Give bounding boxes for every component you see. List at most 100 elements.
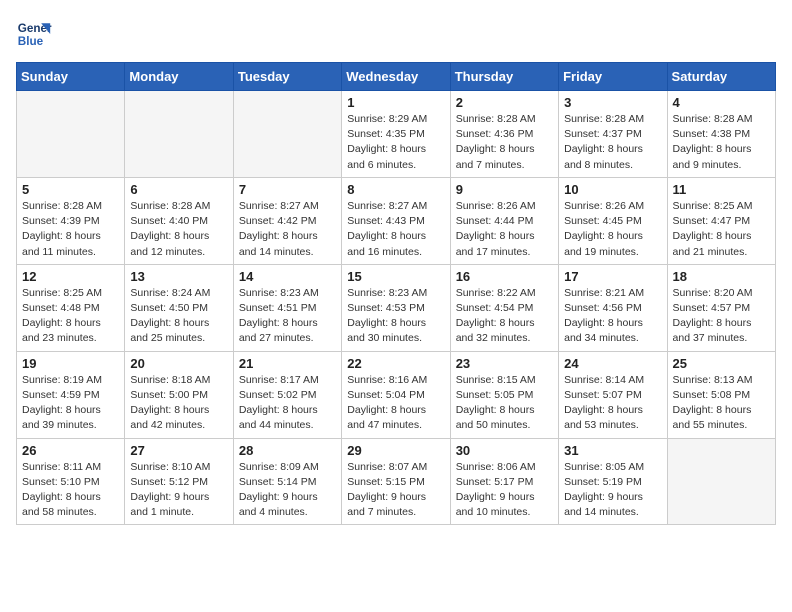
- weekday-header-monday: Monday: [125, 63, 233, 91]
- calendar-cell: 1Sunrise: 8:29 AM Sunset: 4:35 PM Daylig…: [342, 91, 450, 178]
- calendar-cell: 9Sunrise: 8:26 AM Sunset: 4:44 PM Daylig…: [450, 177, 558, 264]
- calendar-cell: 26 Sunrise: 8:11 AM Sunset: 5:10 PM Dayli…: [17, 438, 125, 525]
- day-number: 3: [564, 95, 661, 110]
- logo: General Blue: [16, 16, 52, 52]
- day-info: Sunrise: 8:07 AM Sunset: 5:15 PM Dayligh…: [347, 460, 444, 521]
- day-info: Sunrise: 8:05 AM Sunset: 5:19 PM Dayligh…: [564, 460, 661, 521]
- calendar-cell: 22Sunrise: 8:16 AM Sunset: 5:04 PM Dayli…: [342, 351, 450, 438]
- day-number: 9: [456, 182, 553, 197]
- calendar-cell: 21 Sunrise: 8:17 AM Sunset: 5:02 PM Dayli…: [233, 351, 341, 438]
- day-info: Sunrise: 8:25 AM Sunset: 4:48 PM Dayligh…: [22, 286, 119, 347]
- day-info: Sunrise: 8:24 AM Sunset: 4:50 PM Dayligh…: [130, 286, 227, 347]
- calendar-cell: 16Sunrise: 8:22 AM Sunset: 4:54 PM Dayli…: [450, 264, 558, 351]
- day-info: Sunrise: 8:21 AM Sunset: 4:56 PM Dayligh…: [564, 286, 661, 347]
- calendar-cell: 10 Sunrise: 8:26 AM Sunset: 4:45 PM Dayli…: [559, 177, 667, 264]
- day-number: 28: [239, 443, 336, 458]
- day-number: 13: [130, 269, 227, 284]
- calendar-cell: 29 Sunrise: 8:07 AM Sunset: 5:15 PM Dayli…: [342, 438, 450, 525]
- day-number: 18: [673, 269, 770, 284]
- day-info: Sunrise: 8:26 AM Sunset: 4:45 PM Dayligh…: [564, 199, 661, 260]
- day-number: 29: [347, 443, 444, 458]
- day-info: Sunrise: 8:18 AM Sunset: 5:00 PM Dayligh…: [130, 373, 227, 434]
- day-info: Sunrise: 8:13 AM Sunset: 5:08 PM Dayligh…: [673, 373, 770, 434]
- calendar-cell: 3Sunrise: 8:28 AM Sunset: 4:37 PM Daylig…: [559, 91, 667, 178]
- svg-text:Blue: Blue: [18, 35, 44, 48]
- calendar-week-2: 12 Sunrise: 8:25 AM Sunset: 4:48 PM Dayli…: [17, 264, 776, 351]
- day-number: 20: [130, 356, 227, 371]
- day-number: 24: [564, 356, 661, 371]
- day-info: Sunrise: 8:28 AM Sunset: 4:39 PM Dayligh…: [22, 199, 119, 260]
- calendar-cell: 7Sunrise: 8:27 AM Sunset: 4:42 PM Daylig…: [233, 177, 341, 264]
- weekday-header-tuesday: Tuesday: [233, 63, 341, 91]
- day-number: 15: [347, 269, 444, 284]
- calendar-cell: 11Sunrise: 8:25 AM Sunset: 4:47 PM Dayli…: [667, 177, 775, 264]
- day-number: 26: [22, 443, 119, 458]
- calendar-table: SundayMondayTuesdayWednesdayThursdayFrid…: [16, 62, 776, 525]
- day-number: 16: [456, 269, 553, 284]
- day-info: Sunrise: 8:16 AM Sunset: 5:04 PM Dayligh…: [347, 373, 444, 434]
- weekday-header-friday: Friday: [559, 63, 667, 91]
- calendar-cell: 23 Sunrise: 8:15 AM Sunset: 5:05 PM Dayli…: [450, 351, 558, 438]
- calendar-week-1: 5 Sunrise: 8:28 AM Sunset: 4:39 PM Daylig…: [17, 177, 776, 264]
- calendar-cell: 24Sunrise: 8:14 AM Sunset: 5:07 PM Dayli…: [559, 351, 667, 438]
- calendar-cell: 18 Sunrise: 8:20 AM Sunset: 4:57 PM Dayli…: [667, 264, 775, 351]
- day-info: Sunrise: 8:28 AM Sunset: 4:36 PM Dayligh…: [456, 112, 553, 173]
- calendar-cell: 20 Sunrise: 8:18 AM Sunset: 5:00 PM Dayli…: [125, 351, 233, 438]
- calendar-cell: [17, 91, 125, 178]
- day-info: Sunrise: 8:15 AM Sunset: 5:05 PM Dayligh…: [456, 373, 553, 434]
- calendar-cell: 27 Sunrise: 8:10 AM Sunset: 5:12 PM Dayli…: [125, 438, 233, 525]
- day-info: Sunrise: 8:10 AM Sunset: 5:12 PM Dayligh…: [130, 460, 227, 521]
- day-number: 27: [130, 443, 227, 458]
- calendar-cell: 6 Sunrise: 8:28 AM Sunset: 4:40 PM Daylig…: [125, 177, 233, 264]
- day-info: Sunrise: 8:28 AM Sunset: 4:40 PM Dayligh…: [130, 199, 227, 260]
- day-info: Sunrise: 8:11 AM Sunset: 5:10 PM Dayligh…: [22, 460, 119, 521]
- day-info: Sunrise: 8:20 AM Sunset: 4:57 PM Dayligh…: [673, 286, 770, 347]
- day-number: 12: [22, 269, 119, 284]
- calendar-cell: 25 Sunrise: 8:13 AM Sunset: 5:08 PM Dayli…: [667, 351, 775, 438]
- day-info: Sunrise: 8:23 AM Sunset: 4:53 PM Dayligh…: [347, 286, 444, 347]
- day-info: Sunrise: 8:28 AM Sunset: 4:38 PM Dayligh…: [673, 112, 770, 173]
- calendar-cell: 19 Sunrise: 8:19 AM Sunset: 4:59 PM Dayli…: [17, 351, 125, 438]
- calendar-cell: [667, 438, 775, 525]
- day-number: 19: [22, 356, 119, 371]
- calendar-cell: 5 Sunrise: 8:28 AM Sunset: 4:39 PM Daylig…: [17, 177, 125, 264]
- day-info: Sunrise: 8:27 AM Sunset: 4:43 PM Dayligh…: [347, 199, 444, 260]
- calendar-week-0: 1Sunrise: 8:29 AM Sunset: 4:35 PM Daylig…: [17, 91, 776, 178]
- day-number: 14: [239, 269, 336, 284]
- day-info: Sunrise: 8:06 AM Sunset: 5:17 PM Dayligh…: [456, 460, 553, 521]
- day-number: 8: [347, 182, 444, 197]
- calendar-cell: 17Sunrise: 8:21 AM Sunset: 4:56 PM Dayli…: [559, 264, 667, 351]
- calendar-week-3: 19 Sunrise: 8:19 AM Sunset: 4:59 PM Dayli…: [17, 351, 776, 438]
- calendar-week-4: 26 Sunrise: 8:11 AM Sunset: 5:10 PM Dayli…: [17, 438, 776, 525]
- page-header: General Blue: [16, 16, 776, 52]
- calendar-cell: 31Sunrise: 8:05 AM Sunset: 5:19 PM Dayli…: [559, 438, 667, 525]
- day-number: 25: [673, 356, 770, 371]
- day-number: 10: [564, 182, 661, 197]
- calendar-cell: 28 Sunrise: 8:09 AM Sunset: 5:14 PM Dayli…: [233, 438, 341, 525]
- calendar-cell: 14 Sunrise: 8:23 AM Sunset: 4:51 PM Dayli…: [233, 264, 341, 351]
- calendar-cell: 8 Sunrise: 8:27 AM Sunset: 4:43 PM Daylig…: [342, 177, 450, 264]
- calendar-cell: 2Sunrise: 8:28 AM Sunset: 4:36 PM Daylig…: [450, 91, 558, 178]
- day-info: Sunrise: 8:23 AM Sunset: 4:51 PM Dayligh…: [239, 286, 336, 347]
- day-number: 7: [239, 182, 336, 197]
- day-info: Sunrise: 8:29 AM Sunset: 4:35 PM Dayligh…: [347, 112, 444, 173]
- weekday-header-saturday: Saturday: [667, 63, 775, 91]
- day-info: Sunrise: 8:25 AM Sunset: 4:47 PM Dayligh…: [673, 199, 770, 260]
- day-info: Sunrise: 8:09 AM Sunset: 5:14 PM Dayligh…: [239, 460, 336, 521]
- day-info: Sunrise: 8:19 AM Sunset: 4:59 PM Dayligh…: [22, 373, 119, 434]
- weekday-header-thursday: Thursday: [450, 63, 558, 91]
- day-number: 6: [130, 182, 227, 197]
- calendar-cell: [233, 91, 341, 178]
- calendar-cell: 30 Sunrise: 8:06 AM Sunset: 5:17 PM Dayli…: [450, 438, 558, 525]
- weekday-header-sunday: Sunday: [17, 63, 125, 91]
- day-number: 5: [22, 182, 119, 197]
- day-number: 21: [239, 356, 336, 371]
- calendar-cell: 4 Sunrise: 8:28 AM Sunset: 4:38 PM Daylig…: [667, 91, 775, 178]
- day-number: 4: [673, 95, 770, 110]
- day-number: 23: [456, 356, 553, 371]
- calendar-cell: 12 Sunrise: 8:25 AM Sunset: 4:48 PM Dayli…: [17, 264, 125, 351]
- logo-icon: General Blue: [16, 16, 52, 52]
- calendar-cell: 13 Sunrise: 8:24 AM Sunset: 4:50 PM Dayli…: [125, 264, 233, 351]
- day-number: 30: [456, 443, 553, 458]
- day-info: Sunrise: 8:17 AM Sunset: 5:02 PM Dayligh…: [239, 373, 336, 434]
